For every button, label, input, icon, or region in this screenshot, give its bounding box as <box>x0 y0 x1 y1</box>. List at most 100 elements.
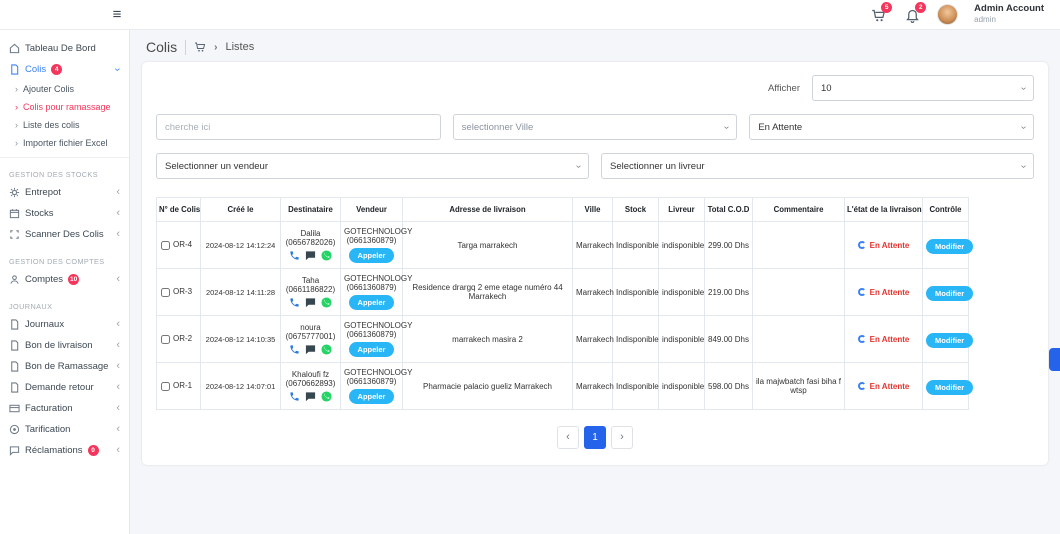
sidebar-item-colis-ramassage[interactable]: › Colis pour ramassage <box>0 98 129 116</box>
controle-cell: Modifier <box>923 316 969 363</box>
sidebar-item-bon-livraison[interactable]: Bon de livraison ‹ <box>0 335 129 356</box>
credit-card-icon <box>9 403 20 414</box>
list-card: Afficher 10 › selectionner Ville › En At… <box>142 62 1048 465</box>
row-checkbox[interactable] <box>161 241 170 250</box>
calendar-icon <box>9 208 20 219</box>
livreur-select[interactable]: Selectionner un livreur › <box>601 153 1034 179</box>
pagination: ‹ 1 › <box>156 426 1034 449</box>
file-icon <box>9 64 20 75</box>
vendeur-phone: (0661360879) <box>344 283 399 292</box>
row-checkbox[interactable] <box>161 335 170 344</box>
sidebar-item-comptes[interactable]: Comptes 10 ‹ <box>0 269 129 290</box>
whatsapp-icon[interactable] <box>321 250 332 261</box>
page-title: Colis <box>146 39 177 55</box>
col-header: Stock <box>613 198 659 222</box>
appeler-button[interactable]: Appeler <box>349 342 395 357</box>
sidebar-item-colis[interactable]: Colis 4 ‹ <box>0 59 129 80</box>
modifier-button[interactable]: Modifier <box>926 380 973 395</box>
admin-account-menu[interactable]: Admin Account admin <box>974 4 1044 24</box>
loading-spinner-icon <box>858 241 866 249</box>
sms-icon[interactable] <box>305 391 316 402</box>
pagination-page-1-button[interactable]: 1 <box>584 426 606 449</box>
sidebar-item-label: Réclamations <box>25 445 83 456</box>
sidebar-item-reclamations[interactable]: Réclamations 0 ‹ <box>0 440 129 461</box>
appeler-button[interactable]: Appeler <box>349 389 395 404</box>
sms-icon[interactable] <box>305 250 316 261</box>
sidebar-item-importer-excel[interactable]: › Importer fichier Excel <box>0 134 129 152</box>
afficher-label: Afficher <box>768 83 800 94</box>
settings-edge-tab[interactable] <box>1049 348 1060 371</box>
ville-select[interactable]: selectionner Ville › <box>453 114 738 140</box>
phone-icon[interactable] <box>289 297 300 308</box>
row-checkbox[interactable] <box>161 288 170 297</box>
created-cell: 2024-08-12 14:10:35 <box>201 316 281 363</box>
loading-spinner-icon <box>858 382 866 390</box>
sidebar-item-demande-retour[interactable]: Demande retour ‹ <box>0 377 129 398</box>
sidebar-item-tarification[interactable]: Tarification ‹ <box>0 419 129 440</box>
appeler-button[interactable]: Appeler <box>349 248 395 263</box>
table-row: OR-3 2024-08-12 14:11:28 Taha (066118682… <box>157 269 969 316</box>
destinataire-cell: Dalila (0656782026) <box>281 222 341 269</box>
ville-cell: Marrakech <box>573 316 613 363</box>
sidebar-item-liste-colis[interactable]: › Liste des colis <box>0 116 129 134</box>
whatsapp-icon[interactable] <box>321 297 332 308</box>
sidebar-item-label: Liste des colis <box>23 120 80 130</box>
col-header: Destinataire <box>281 198 341 222</box>
chevron-left-icon: ‹ <box>116 229 120 240</box>
colis-id: OR-1 <box>173 381 192 390</box>
appeler-button[interactable]: Appeler <box>349 295 395 310</box>
sidebar-section-stocks: GESTION DES STOCKS <box>0 167 129 182</box>
pagination-prev-button[interactable]: ‹ <box>557 426 579 449</box>
sidebar-item-bon-ramassage[interactable]: Bon de Ramassage ‹ <box>0 356 129 377</box>
page-size-select[interactable]: 10 › <box>812 75 1034 101</box>
col-header: Ville <box>573 198 613 222</box>
sidebar-item-scanner[interactable]: Scanner Des Colis ‹ <box>0 224 129 245</box>
sms-icon[interactable] <box>305 344 316 355</box>
user-icon <box>9 274 20 285</box>
search-input[interactable] <box>156 114 441 140</box>
col-header: Contrôle <box>923 198 969 222</box>
sidebar-item-journaux[interactable]: Journaux ‹ <box>0 314 129 335</box>
chevron-down-icon: › <box>1018 164 1029 167</box>
phone-icon[interactable] <box>289 344 300 355</box>
sidebar-item-entrepot[interactable]: Entrepot ‹ <box>0 182 129 203</box>
modifier-button[interactable]: Modifier <box>926 239 973 254</box>
address-cell: Residence drargq 2 eme etage numéro 44 M… <box>403 269 573 316</box>
sidebar: Tableau De Bord Colis 4 ‹ › Ajouter Coli… <box>0 30 130 534</box>
status-label: En Attente <box>870 241 910 250</box>
chevron-right-icon: › <box>214 42 217 53</box>
comment-cell <box>753 222 845 269</box>
avatar[interactable] <box>937 4 958 25</box>
colis-id: OR-2 <box>173 334 192 343</box>
sidebar-item-stocks[interactable]: Stocks ‹ <box>0 203 129 224</box>
notifications-button[interactable]: 2 <box>903 6 921 24</box>
destinataire-phone: (0656782026) <box>284 238 337 247</box>
sms-icon[interactable] <box>305 297 316 308</box>
phone-icon[interactable] <box>289 250 300 261</box>
vendeur-select[interactable]: Selectionner un vendeur › <box>156 153 589 179</box>
sidebar-item-dashboard[interactable]: Tableau De Bord <box>0 38 129 59</box>
modifier-button[interactable]: Modifier <box>926 333 973 348</box>
sidebar-item-facturation[interactable]: Facturation ‹ <box>0 398 129 419</box>
phone-icon[interactable] <box>289 391 300 402</box>
sidebar-item-label: Journaux <box>25 319 64 330</box>
statut-select[interactable]: En Attente › <box>749 114 1034 140</box>
modifier-button[interactable]: Modifier <box>926 286 973 301</box>
status-label: En Attente <box>870 288 910 297</box>
file-icon <box>9 340 20 351</box>
sidebar-item-label: Demande retour <box>25 382 94 393</box>
cart-button[interactable]: 5 <box>869 6 887 24</box>
whatsapp-icon[interactable] <box>321 344 332 355</box>
sidebar-item-label: Facturation <box>25 403 73 414</box>
colis-count-badge: 4 <box>51 64 62 75</box>
sidebar-item-ajouter-colis[interactable]: › Ajouter Colis <box>0 80 129 98</box>
destinataire-name: Khaloufi fz <box>284 370 337 379</box>
chevron-down-icon: › <box>721 125 732 128</box>
pagination-next-button[interactable]: › <box>611 426 633 449</box>
row-checkbox[interactable] <box>161 382 170 391</box>
sidebar-item-label: Bon de Ramassage <box>25 361 108 372</box>
hamburger-menu-button[interactable]: ≡ <box>104 0 130 30</box>
main-content: Colis › Listes Afficher 10 › selectionne… <box>130 30 1060 534</box>
cart-badge: 5 <box>881 2 892 13</box>
whatsapp-icon[interactable] <box>321 391 332 402</box>
